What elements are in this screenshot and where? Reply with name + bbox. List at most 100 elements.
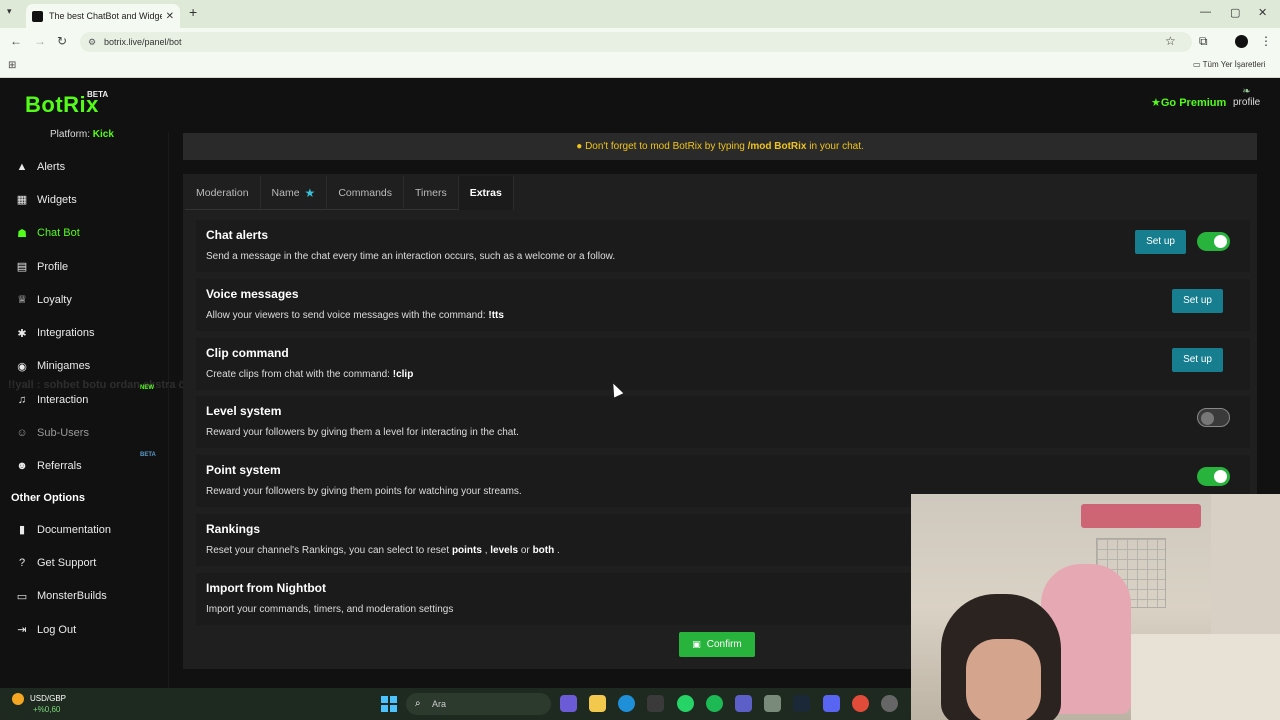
tab-moderation[interactable]: Moderation: [185, 176, 261, 210]
row-description: Allow your viewers to send voice message…: [206, 310, 504, 321]
reset-points-link[interactable]: points: [452, 545, 482, 556]
ticker-label: USD/GBP: [30, 694, 67, 704]
discord-icon[interactable]: [823, 695, 840, 712]
bookmark-star-icon[interactable]: ☆: [1165, 34, 1176, 48]
robot-icon: ☗: [17, 227, 27, 240]
settings-icon[interactable]: [881, 695, 898, 712]
close-window-icon[interactable]: ✕: [1258, 6, 1267, 19]
reset-both-link[interactable]: both: [533, 545, 555, 556]
all-bookmarks-button[interactable]: ▭ Tüm Yer İşaretleri: [1193, 60, 1265, 69]
separator-or: or: [520, 544, 530, 556]
warning-icon: ▲: [16, 160, 28, 173]
sidebar-item-sub-users[interactable]: ☺ Sub-Users: [0, 416, 168, 449]
close-tab-icon[interactable]: ✕: [166, 11, 174, 22]
site-info-icon[interactable]: ⚙: [88, 32, 96, 52]
url-input[interactable]: ⚙ botrix.live/panel/bot: [80, 32, 1192, 52]
row-title: Voice messages: [206, 286, 299, 301]
minimize-icon[interactable]: —: [1200, 6, 1211, 18]
row-description-text: Reset your channel's Rankings, you can s…: [206, 544, 450, 556]
row-description-text: Allow your viewers to send voice message…: [206, 309, 486, 321]
row-description-text: Create clips from chat with the command:: [206, 368, 390, 380]
browser-menu-icon[interactable]: ⋮: [1260, 34, 1272, 48]
sidebar-item-integrations[interactable]: ✱ Integrations: [0, 316, 168, 349]
teams-icon[interactable]: [735, 695, 752, 712]
maximize-icon[interactable]: ▢: [1230, 6, 1240, 19]
sidebar-item-monsterbuilds[interactable]: ▭ MonsterBuilds: [0, 580, 168, 613]
confirm-button[interactable]: ▣ Confirm: [679, 632, 755, 657]
go-premium-label: Go Premium: [1160, 97, 1227, 109]
voice-messages-setup-button[interactable]: Set up: [1172, 288, 1223, 313]
sidebar-item-log-out[interactable]: ⇥ Log Out: [0, 613, 168, 646]
file-explorer-icon[interactable]: [589, 695, 606, 712]
store-icon[interactable]: [647, 695, 664, 712]
chat-alerts-setup-button[interactable]: Set up: [1135, 230, 1186, 254]
sidebar-item-label: Sub-Users: [37, 427, 89, 440]
sidebar-item-label: Chat Bot: [37, 227, 80, 240]
go-premium-link[interactable]: ★Go Premium: [1151, 96, 1226, 109]
sidebar-item-profile[interactable]: ▤ Profile: [0, 250, 168, 283]
copilot-icon[interactable]: [560, 695, 577, 712]
browser-tab[interactable]: The best ChatBot and Widgets ✕: [26, 4, 180, 28]
reset-levels-link[interactable]: levels: [490, 545, 518, 556]
row-title: Point system: [206, 463, 281, 478]
spotify-icon[interactable]: [706, 695, 723, 712]
sidebar-item-widgets[interactable]: ▦ Widgets: [0, 183, 168, 216]
row-title: Rankings: [206, 521, 261, 536]
level-system-toggle[interactable]: [1197, 408, 1230, 428]
all-bookmarks-label: Tüm Yer İşaretleri: [1202, 60, 1266, 69]
sidebar-item-alerts[interactable]: ▲ Alerts: [0, 150, 168, 183]
apps-grid-icon[interactable]: ⊞: [8, 60, 16, 71]
beta-badge: BETA: [140, 451, 156, 458]
sidebar-item-label: Minigames: [37, 360, 91, 373]
tab-extras[interactable]: Extras: [458, 176, 514, 210]
extra-row-clip-command: Clip command Create clips from chat with…: [196, 337, 1250, 390]
tab-search-icon[interactable]: ▾: [7, 6, 12, 17]
widgets-ticker[interactable]: USD/GBP +%0,60: [12, 693, 66, 715]
platform-indicator: Platform: Kick: [50, 129, 114, 140]
chrome-icon[interactable]: [852, 695, 869, 712]
whatsapp-icon[interactable]: [677, 695, 694, 712]
sidebar-item-chat-bot[interactable]: ☗ Chat Bot: [0, 217, 168, 250]
sidebar-item-referrals[interactable]: ☻ Referrals BETA: [0, 450, 168, 483]
point-system-toggle[interactable]: [1197, 467, 1230, 487]
puzzle-icon: ✱: [17, 327, 27, 340]
music-icon: ♫: [17, 393, 27, 406]
sidebar-item-label: Log Out: [37, 623, 77, 636]
app-icon[interactable]: [764, 695, 781, 712]
clip-command-setup-button[interactable]: Set up: [1172, 347, 1223, 372]
search-placeholder: Ara: [432, 699, 447, 709]
profile-label: profile: [1233, 97, 1261, 108]
tts-command: !tts: [488, 309, 504, 321]
browser-tabbar: ▾ The best ChatBot and Widgets ✕ + — ▢ ✕: [0, 0, 1280, 28]
forward-icon[interactable]: →: [34, 34, 46, 48]
edge-icon[interactable]: [618, 695, 635, 712]
notice-command: /mod BotRix: [747, 141, 807, 152]
start-button[interactable]: [381, 696, 397, 712]
address-bar-row: ← → ↻ ⚙ botrix.live/panel/bot ☆ ⧉ ⋮: [0, 28, 1280, 56]
sidebar-item-label: Profile: [37, 260, 69, 273]
laptop-icon: ▭: [16, 590, 28, 603]
back-icon[interactable]: ←: [10, 34, 22, 48]
tab-title: The best ChatBot and Widgets: [49, 11, 162, 21]
chat-alerts-toggle[interactable]: [1197, 232, 1230, 251]
new-tab-icon[interactable]: +: [189, 5, 197, 19]
warning-circle-icon: ●: [576, 141, 583, 152]
taskbar-search-input[interactable]: ⌕ Ara: [406, 693, 551, 715]
extensions-icon[interactable]: ⧉: [1199, 34, 1208, 49]
tab-commands[interactable]: Commands: [327, 176, 404, 210]
webcam-bed: [1131, 634, 1280, 720]
trophy-icon: ♕: [17, 294, 27, 307]
steam-icon[interactable]: [793, 695, 810, 712]
toggle-knob: [1214, 235, 1227, 248]
sidebar-item-get-support[interactable]: ? Get Support: [0, 546, 168, 579]
tab-timers[interactable]: Timers: [404, 176, 459, 210]
sidebar-item-documentation[interactable]: ▮ Documentation: [0, 513, 168, 546]
browser-profile-avatar[interactable]: [1235, 35, 1248, 48]
platform-value: Kick: [92, 129, 114, 140]
tab-name[interactable]: Name ★: [261, 176, 328, 210]
gamepad-icon: ◉: [17, 360, 27, 373]
sidebar-item-loyalty[interactable]: ♕ Loyalty: [0, 283, 168, 316]
reload-icon[interactable]: ↻: [57, 34, 67, 48]
profile-link[interactable]: ❧ profile: [1233, 86, 1260, 108]
sidebar-item-label: Interaction: [37, 393, 89, 406]
